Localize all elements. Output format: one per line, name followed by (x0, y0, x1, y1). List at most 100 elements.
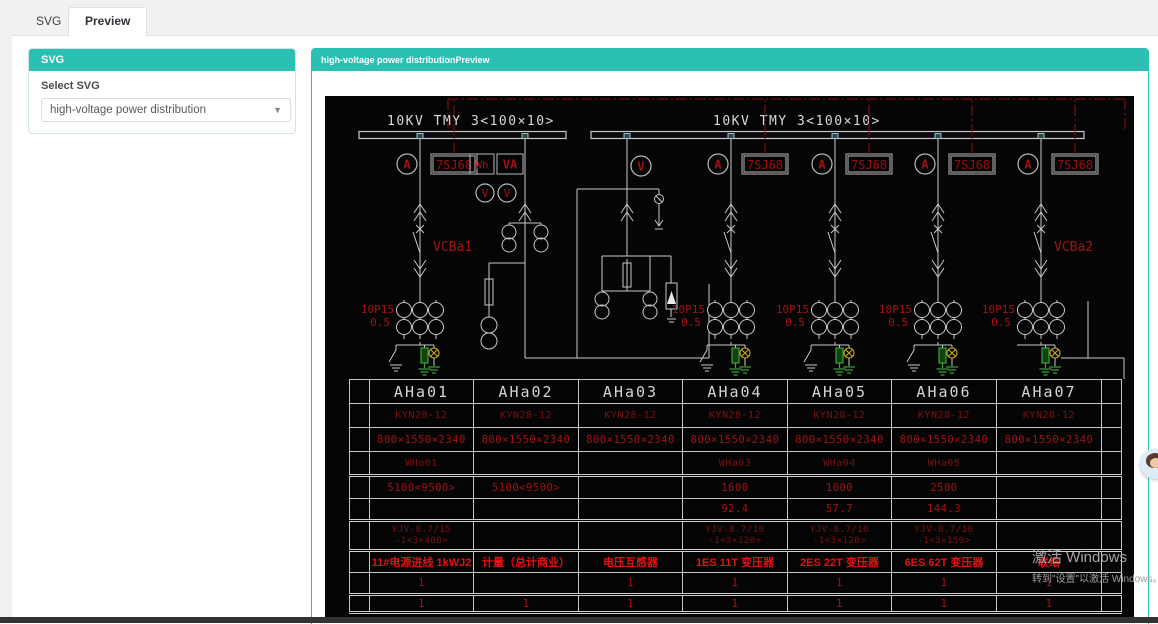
table-cell: 800×1550×2340 (474, 428, 579, 452)
preview-card-title: high-voltage power distributionPreview (312, 49, 1148, 71)
table-row-qty-2: 1111111 (350, 595, 1122, 613)
table-cell: 5100<9500> (474, 476, 579, 499)
table-cell: YJV-8.7/10-1<3×120> (788, 521, 892, 551)
svg-text:10P15: 10P15 (776, 303, 809, 316)
svg-text:0.5: 0.5 (888, 316, 908, 329)
svg-text:A: A (1024, 158, 1032, 172)
feeder-AHa01: A 7SJ68 VCBa1 10P150.5 (361, 100, 477, 375)
table-cell (997, 452, 1102, 476)
svg-text:Wh: Wh (475, 159, 488, 172)
table-cell-spacer (1102, 452, 1122, 476)
svg-text:7SJ68: 7SJ68 (436, 158, 472, 172)
table-cell: 6ES 62T 变压器 (892, 551, 997, 573)
svg-text:V: V (504, 187, 511, 200)
table-cell: WHa03 (683, 452, 788, 476)
table-cell: 1600 (683, 476, 788, 499)
table-cell: 1 (788, 573, 892, 595)
table-cell: 1 (892, 573, 997, 595)
table-row-description: 11#电源进线 1kWJ2计量（总计商业）电压互感器1ES 11T 变压器2ES… (350, 551, 1122, 573)
table-cell: 144.3 (892, 499, 997, 521)
table-cell: AHa03 (579, 380, 683, 404)
svg-text:10P15: 10P15 (879, 303, 912, 316)
svg-select-value: high-voltage power distribution (50, 104, 206, 116)
table-cell-spacer (350, 551, 370, 573)
busbar-section-1: 10KV TMY 3<100×10> (359, 114, 566, 139)
table-row-qty-1: 111111 (350, 573, 1122, 595)
table-cell: YJV-8.7/10-1<3×120> (683, 521, 788, 551)
svg-text:0.5: 0.5 (370, 316, 390, 329)
table-cell-spacer (1102, 404, 1122, 428)
svg-text:A: A (921, 158, 929, 172)
table-cell: 800×1550×2340 (997, 428, 1102, 452)
table-cell: 1 (683, 595, 788, 613)
table-row-panel-id: AHa01AHa02AHa03AHa04AHa05AHa06AHa07 (350, 380, 1122, 404)
table-cell (997, 499, 1102, 521)
table-cell: 800×1550×2340 (579, 428, 683, 452)
table-cell (370, 499, 474, 521)
feeder-AHa03: V (577, 134, 677, 359)
table-cell (997, 476, 1102, 499)
svg-text:V: V (637, 160, 644, 174)
table-cell: 1 (997, 595, 1102, 613)
tab-bar: SVG Preview (12, 0, 1158, 36)
table-cell-spacer (1102, 476, 1122, 499)
svg-text:0.5: 0.5 (785, 316, 805, 329)
table-cell: 5100<9500> (370, 476, 474, 499)
preview-canvas: 10KV TMY 3<100×10> 10KV TMY 3<100×10> A7… (325, 96, 1134, 618)
table-cell: 计量（总计商业） (474, 551, 579, 573)
table-cell-spacer (350, 573, 370, 595)
table-cell: KYN28-12 (579, 404, 683, 428)
svg-text:10P15: 10P15 (361, 303, 394, 316)
table-cell-spacer (350, 499, 370, 521)
svg-select-card: SVG Select SVG high-voltage power distri… (28, 48, 296, 134)
table-cell: 1 (579, 595, 683, 613)
svg-text:A: A (403, 158, 411, 172)
table-cell (579, 452, 683, 476)
table-cell: 1 (892, 595, 997, 613)
table-cell: WHa01 (370, 452, 474, 476)
tab-preview[interactable]: Preview (68, 7, 147, 37)
feeder-layer: A7SJ68VCBa110P150.5WhVAVVVA7SJ6810P150.5… (361, 100, 1124, 379)
table-cell-spacer (350, 404, 370, 428)
table-row-capacity: 5100<9500>5100<9500>160010002500 (350, 476, 1122, 499)
feeder-AHa05: A7SJ6810P150.5 (776, 100, 892, 375)
table-cell-spacer (1102, 380, 1122, 404)
table-cell: 1 (997, 573, 1102, 595)
table-cell-spacer (1102, 499, 1122, 521)
table-row-circuit-id: WHa01WHa03WHa04WHa05 (350, 452, 1122, 476)
table-cell: 1 (474, 595, 579, 613)
table-cell: 2ES 22T 变压器 (788, 551, 892, 573)
table-cell: 联络 (997, 551, 1102, 573)
table-cell: 电压互感器 (579, 551, 683, 573)
bottom-bar (0, 617, 1158, 623)
svg-text:0.5: 0.5 (991, 316, 1011, 329)
svg-text:A: A (714, 158, 722, 172)
table-row-panel-model: KYN28-12KYN28-12KYN28-12KYN28-12KYN28-12… (350, 404, 1122, 428)
feeder-AHa04: A7SJ6810P150.5 (672, 100, 788, 375)
table-cell (579, 521, 683, 551)
svg-text:VCBa2: VCBa2 (1054, 240, 1093, 255)
table-cell: AHa05 (788, 380, 892, 404)
table-cell: 92.4 (683, 499, 788, 521)
svg-text:VCBa1: VCBa1 (433, 240, 472, 255)
table-cell-spacer (1102, 521, 1122, 551)
svg-text:VA: VA (503, 158, 518, 172)
table-cell: AHa04 (683, 380, 788, 404)
table-cell: 800×1550×2340 (683, 428, 788, 452)
table-cell-spacer (350, 428, 370, 452)
table-cell (579, 476, 683, 499)
table-cell (579, 499, 683, 521)
table-cell: AHa01 (370, 380, 474, 404)
table-row-cable: YJV-8.7/15-1<3×400>YJV-8.7/10-1<3×120>YJ… (350, 521, 1122, 551)
svg-text:7SJ68: 7SJ68 (851, 158, 887, 172)
table-cell-spacer (350, 452, 370, 476)
svg-text:7SJ68: 7SJ68 (747, 158, 783, 172)
svg-select-dropdown[interactable]: high-voltage power distribution ▼ (41, 98, 291, 122)
feeder-AHa06: A7SJ6810P150.5 (879, 100, 995, 375)
table-cell-spacer (350, 521, 370, 551)
table-cell-spacer (1102, 573, 1122, 595)
table-cell: 1000 (788, 476, 892, 499)
table-cell: 800×1550×2340 (370, 428, 474, 452)
feeder-AHa07: A7SJ68VCBa210P150.5 (982, 100, 1124, 379)
table-cell: 800×1550×2340 (788, 428, 892, 452)
